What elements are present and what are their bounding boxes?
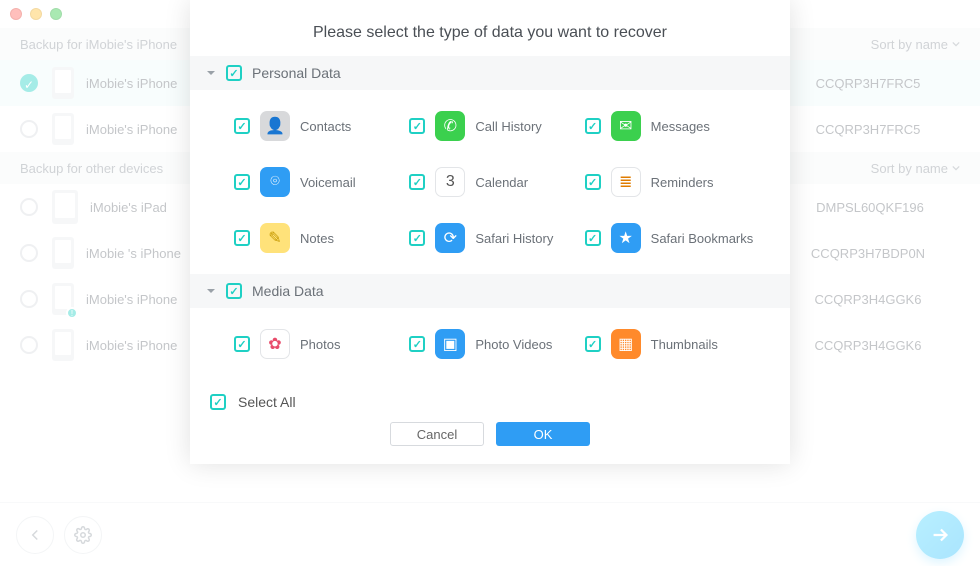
data-type-item[interactable]: 3 Calendar bbox=[409, 154, 584, 210]
safaribookmarks-icon: ★ bbox=[611, 223, 641, 253]
data-type-item[interactable]: 👤 Contacts bbox=[234, 98, 409, 154]
item-checkbox[interactable] bbox=[409, 118, 425, 134]
voicemail-icon: ⌾ bbox=[260, 167, 290, 197]
select-all-label: Select All bbox=[238, 394, 296, 410]
item-label: Voicemail bbox=[300, 175, 356, 190]
category-grid: 👤 Contacts ✆ Call History ✉ Messages ⌾ V… bbox=[190, 90, 790, 274]
item-checkbox[interactable] bbox=[585, 336, 601, 352]
category-name: Personal Data bbox=[252, 65, 341, 81]
item-label: Safari Bookmarks bbox=[651, 231, 754, 246]
data-type-item[interactable]: ▦ Thumbnails bbox=[585, 316, 760, 372]
item-label: Notes bbox=[300, 231, 334, 246]
data-type-item[interactable]: ⌾ Voicemail bbox=[234, 154, 409, 210]
item-label: Reminders bbox=[651, 175, 714, 190]
category-checkbox[interactable] bbox=[226, 283, 242, 299]
item-checkbox[interactable] bbox=[409, 336, 425, 352]
select-all-row[interactable]: Select All bbox=[206, 388, 774, 416]
callhistory-icon: ✆ bbox=[435, 111, 465, 141]
category-checkbox[interactable] bbox=[226, 65, 242, 81]
photos-icon: ✿ bbox=[260, 329, 290, 359]
item-label: Contacts bbox=[300, 119, 351, 134]
item-label: Safari History bbox=[475, 231, 553, 246]
category-header[interactable]: Media Data bbox=[190, 274, 790, 308]
category-header[interactable]: Personal Data bbox=[190, 56, 790, 90]
item-label: Calendar bbox=[475, 175, 528, 190]
item-label: Photos bbox=[300, 337, 340, 352]
item-label: Call History bbox=[475, 119, 541, 134]
photovideos-icon: ▣ bbox=[435, 329, 465, 359]
data-type-item[interactable]: ▣ Photo Videos bbox=[409, 316, 584, 372]
data-type-item[interactable]: ✿ Photos bbox=[234, 316, 409, 372]
item-label: Thumbnails bbox=[651, 337, 718, 352]
data-type-item[interactable]: ≣ Reminders bbox=[585, 154, 760, 210]
data-type-item[interactable]: ★ Safari Bookmarks bbox=[585, 210, 760, 266]
data-type-item[interactable]: ✆ Call History bbox=[409, 98, 584, 154]
data-type-item[interactable]: ⟳ Safari History bbox=[409, 210, 584, 266]
contacts-icon: 👤 bbox=[260, 111, 290, 141]
notes-icon: ✎ bbox=[260, 223, 290, 253]
messages-icon: ✉ bbox=[611, 111, 641, 141]
item-checkbox[interactable] bbox=[234, 336, 250, 352]
thumbnails-icon: ▦ bbox=[611, 329, 641, 359]
safarihistory-icon: ⟳ bbox=[435, 223, 465, 253]
category-grid: ✿ Photos ▣ Photo Videos ▦ Thumbnails bbox=[190, 308, 790, 380]
cancel-button[interactable]: Cancel bbox=[390, 422, 484, 446]
item-label: Photo Videos bbox=[475, 337, 552, 352]
item-label: Messages bbox=[651, 119, 710, 134]
category-name: Media Data bbox=[252, 283, 324, 299]
chevron-down-icon bbox=[206, 286, 216, 296]
data-type-item[interactable]: ✉ Messages bbox=[585, 98, 760, 154]
ok-button[interactable]: OK bbox=[496, 422, 590, 446]
data-type-modal: Please select the type of data you want … bbox=[190, 0, 790, 464]
chevron-down-icon bbox=[206, 68, 216, 78]
item-checkbox[interactable] bbox=[585, 118, 601, 134]
item-checkbox[interactable] bbox=[409, 230, 425, 246]
reminders-icon: ≣ bbox=[611, 167, 641, 197]
calendar-icon: 3 bbox=[435, 167, 465, 197]
item-checkbox[interactable] bbox=[585, 230, 601, 246]
item-checkbox[interactable] bbox=[409, 174, 425, 190]
item-checkbox[interactable] bbox=[234, 118, 250, 134]
select-all-checkbox[interactable] bbox=[210, 394, 226, 410]
item-checkbox[interactable] bbox=[585, 174, 601, 190]
item-checkbox[interactable] bbox=[234, 174, 250, 190]
modal-title: Please select the type of data you want … bbox=[190, 0, 790, 56]
data-type-item[interactable]: ✎ Notes bbox=[234, 210, 409, 266]
item-checkbox[interactable] bbox=[234, 230, 250, 246]
